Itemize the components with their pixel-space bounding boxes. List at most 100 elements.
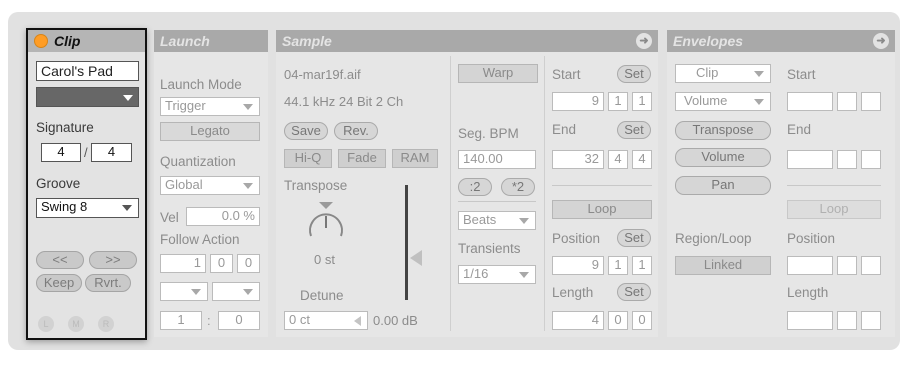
right-button[interactable]: R [98, 316, 114, 332]
end-sixteenths[interactable]: 4 [632, 150, 652, 169]
signature-numerator[interactable]: 4 [41, 143, 81, 162]
start-bars[interactable]: 9 [552, 92, 604, 111]
clip-activator-icon[interactable] [34, 34, 48, 48]
transients-value: 1/16 [463, 266, 489, 281]
signature-denominator[interactable]: 4 [91, 143, 132, 162]
follow-time-beats[interactable]: 0 [210, 254, 233, 273]
loop-button[interactable]: Loop [552, 200, 652, 219]
nudge-forward-button[interactable]: >> [89, 251, 137, 269]
length-bars[interactable]: 4 [552, 311, 604, 330]
seg-bpm-label: Seg. BPM [458, 126, 519, 141]
env-loop-button[interactable]: Loop [787, 200, 881, 219]
reverse-button[interactable]: Rev. [334, 122, 378, 140]
position-bars[interactable]: 9 [552, 256, 604, 275]
length-sixteenths[interactable]: 0 [632, 311, 652, 330]
env-position-beats[interactable] [837, 256, 857, 275]
position-sixteenths[interactable]: 1 [632, 256, 652, 275]
env-length-bars[interactable] [787, 311, 833, 330]
start-set-button[interactable]: Set [617, 65, 651, 83]
follow-time-sixteenths[interactable]: 0 [237, 254, 260, 273]
gain-slider[interactable] [405, 185, 408, 300]
follow-action-label: Follow Action [160, 232, 240, 247]
warp-mode-chooser[interactable]: Beats [458, 211, 536, 230]
env-position-sixteenths[interactable] [861, 256, 881, 275]
envelope-device-chooser[interactable]: Clip [675, 64, 771, 83]
env-start-label: Start [787, 67, 816, 82]
sample-title: Sample [282, 33, 332, 49]
detune-field[interactable]: 0 ct [284, 311, 368, 330]
envelope-control-chooser[interactable]: Volume [675, 92, 771, 111]
env-start-sixteenths[interactable] [861, 92, 881, 111]
dropdown-arrow-icon [754, 99, 764, 105]
length-beats[interactable]: 0 [608, 311, 628, 330]
lmr-buttons: L M R [38, 316, 128, 332]
revert-button[interactable]: Rvrt. [85, 274, 131, 292]
linked-button[interactable]: Linked [675, 256, 771, 275]
length-set-button[interactable]: Set [617, 283, 651, 301]
double-tempo-button[interactable]: *2 [501, 178, 535, 196]
envelopes-panel: Envelopes ➜ Clip Volume Transpose Volume… [667, 30, 895, 337]
env-end-bars[interactable] [787, 150, 833, 169]
transpose-envelope-button[interactable]: Transpose [675, 121, 771, 140]
groove-chooser[interactable]: Swing 8 [36, 198, 139, 218]
transients-chooser[interactable]: 1/16 [458, 265, 536, 284]
half-tempo-button[interactable]: :2 [458, 178, 492, 196]
start-label: Start [552, 67, 581, 82]
arrow-right-icon[interactable]: ➜ [873, 33, 889, 49]
left-button[interactable]: L [38, 316, 54, 332]
velocity-field[interactable]: 0.0 % [186, 207, 260, 226]
hi-q-button[interactable]: Hi-Q [284, 149, 332, 168]
groove-value: Swing 8 [41, 199, 88, 214]
env-start-beats[interactable] [837, 92, 857, 111]
fade-button[interactable]: Fade [338, 149, 386, 168]
nudge-back-button[interactable]: << [36, 251, 84, 269]
dropdown-arrow-icon [754, 71, 764, 77]
env-length-label: Length [787, 285, 829, 300]
length-label: Length [552, 285, 594, 300]
env-length-sixteenths[interactable] [861, 311, 881, 330]
quantization-chooser[interactable]: Global [160, 176, 260, 195]
start-beats[interactable]: 1 [608, 92, 628, 111]
end-set-button[interactable]: Set [617, 121, 651, 139]
env-position-bars[interactable] [787, 256, 833, 275]
pan-envelope-button[interactable]: Pan [675, 176, 771, 195]
follow-chance-b[interactable]: 0 [218, 311, 260, 330]
env-start-bars[interactable] [787, 92, 833, 111]
position-set-button[interactable]: Set [617, 229, 651, 247]
region-loop-label: Region/Loop [675, 231, 752, 246]
envelopes-title: Envelopes [673, 33, 744, 49]
env-end-sixteenths[interactable] [861, 150, 881, 169]
volume-envelope-button[interactable]: Volume [675, 148, 771, 167]
envelopes-header: Envelopes ➜ [667, 30, 895, 52]
ram-button[interactable]: RAM [392, 149, 438, 168]
middle-button[interactable]: M [68, 316, 84, 332]
velocity-label: Vel [160, 210, 179, 225]
clip-name-field[interactable]: Carol's Pad [36, 61, 139, 81]
keep-button[interactable]: Keep [36, 274, 82, 292]
follow-action-a-chooser[interactable] [160, 282, 208, 301]
launch-mode-chooser[interactable]: Trigger [160, 97, 260, 116]
follow-chance-a[interactable]: 1 [160, 311, 202, 330]
arrow-right-icon[interactable]: ➜ [636, 33, 652, 49]
dropdown-arrow-icon [243, 289, 253, 295]
legato-button[interactable]: Legato [160, 122, 260, 141]
position-beats[interactable]: 1 [608, 256, 628, 275]
position-label: Position [552, 231, 601, 246]
env-length-beats[interactable] [837, 311, 857, 330]
signature-slash: / [84, 145, 88, 160]
warp-button[interactable]: Warp [458, 64, 538, 83]
clip-title: Clip [54, 33, 81, 49]
env-end-beats[interactable] [837, 150, 857, 169]
end-beats[interactable]: 4 [608, 150, 628, 169]
seg-bpm-field[interactable]: 140.00 [458, 150, 536, 169]
clip-color-chooser[interactable] [36, 87, 139, 107]
sample-info: 44.1 kHz 24 Bit 2 Ch [284, 94, 404, 109]
transpose-knob[interactable] [302, 200, 350, 256]
launch-panel: Launch Launch Mode Trigger Legato Quanti… [154, 30, 268, 337]
end-bars[interactable]: 32 [552, 150, 604, 169]
follow-time-bars[interactable]: 1 [160, 254, 206, 273]
start-sixteenths[interactable]: 1 [632, 92, 652, 111]
follow-action-b-chooser[interactable] [212, 282, 260, 301]
save-button[interactable]: Save [284, 122, 328, 140]
gain-slider-handle-icon[interactable] [410, 250, 422, 266]
